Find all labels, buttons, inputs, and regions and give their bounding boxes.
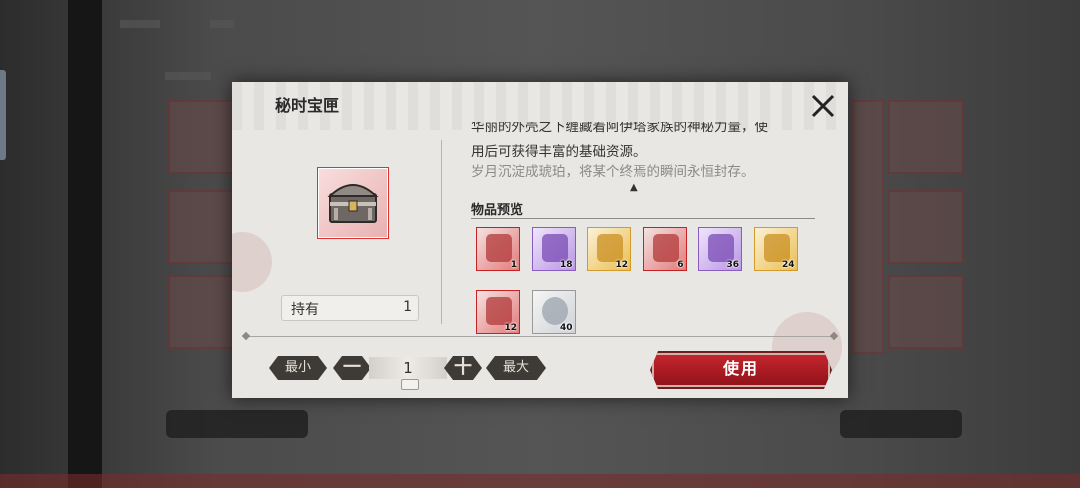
purple-book-icon xyxy=(541,234,568,262)
owned-count-panel: 持有 1 xyxy=(281,295,419,321)
footer-divider xyxy=(246,336,834,337)
red-sigil-icon xyxy=(486,297,512,325)
column-divider xyxy=(441,140,442,324)
preview-item-slot[interactable]: 6 xyxy=(642,227,687,271)
item-use-dialog: 秘时宝匣 持有 1 华丽的外壳之下缠藏着阿伊塔家族的神秘力量，使 用后可获得丰富… xyxy=(232,82,848,398)
background-bottom-strip xyxy=(0,474,1080,488)
description-flavor-text: 岁月沉淀成琥珀，将某个终焉的瞬间永恒封存。 xyxy=(471,164,755,180)
preview-item-slot[interactable]: 12 xyxy=(587,227,631,271)
background-button xyxy=(840,410,962,438)
item-count: 12 xyxy=(615,260,628,270)
preview-item-slot[interactable]: 12 xyxy=(476,290,520,334)
item-description: 华丽的外壳之下缠藏着阿伊塔家族的神秘力量，使 用后可获得丰富的基础资源。 岁月沉… xyxy=(471,122,806,182)
max-quantity-button[interactable]: 最大 xyxy=(486,356,546,380)
decorative-stain xyxy=(232,232,272,292)
item-count: 36 xyxy=(726,260,739,270)
preview-item-slot[interactable]: 24 xyxy=(753,227,798,271)
background-pillar xyxy=(68,0,102,488)
preview-item-slot[interactable]: 18 xyxy=(531,227,576,271)
preview-title: 物品预览 xyxy=(471,203,524,218)
item-count: 1 xyxy=(510,260,517,270)
background-text xyxy=(210,20,234,28)
preview-item-slot[interactable]: 40 xyxy=(531,290,576,334)
background-card xyxy=(168,190,234,264)
item-count: 24 xyxy=(781,260,795,270)
close-icon xyxy=(811,94,835,118)
min-quantity-button[interactable]: 最小 xyxy=(269,356,327,380)
background-side-tab xyxy=(0,70,6,160)
background-card xyxy=(888,100,964,174)
owned-label: 持有 xyxy=(291,302,319,318)
dialog-title: 秘时宝匣 xyxy=(275,96,340,115)
quantity-input[interactable]: 1 xyxy=(369,357,447,379)
red-book-icon xyxy=(652,234,679,262)
preview-item-slot[interactable]: 1 xyxy=(476,227,520,271)
item-count: 6 xyxy=(677,260,684,270)
preview-item-slot[interactable]: 36 xyxy=(698,227,742,271)
silver-emblem-icon xyxy=(541,297,568,325)
background-card xyxy=(168,100,234,174)
owned-value: 1 xyxy=(403,299,412,315)
keyboard-icon[interactable] xyxy=(401,379,419,390)
background-text xyxy=(165,72,211,80)
scroll-up-icon[interactable]: ▲ xyxy=(630,182,638,193)
item-icon xyxy=(317,167,389,239)
item-count: 18 xyxy=(559,260,573,270)
purple-crystal-book-icon xyxy=(708,234,734,262)
preview-divider xyxy=(471,218,815,219)
blue-figurine-icon xyxy=(486,234,512,262)
item-count: 12 xyxy=(504,323,517,333)
description-line: 华丽的外壳之下缠藏着阿伊塔家族的神秘力量，使 xyxy=(471,122,768,135)
increase-quantity-button[interactable]: 十 xyxy=(444,356,482,380)
use-button[interactable]: 使用 xyxy=(650,351,832,389)
close-button[interactable] xyxy=(809,92,837,120)
description-line: 用后可获得丰富的基础资源。 xyxy=(471,144,647,160)
background-card xyxy=(888,190,964,264)
background-card xyxy=(852,100,884,354)
item-count: 40 xyxy=(559,323,573,333)
gold-coin-book-icon xyxy=(763,234,790,262)
background-card xyxy=(168,275,234,349)
background-card xyxy=(888,275,964,349)
decrease-quantity-button[interactable]: 一 xyxy=(333,356,371,380)
background-text xyxy=(120,20,160,28)
background-button xyxy=(166,410,308,438)
treasure-chest-icon xyxy=(327,184,379,223)
gold-book-icon xyxy=(597,234,623,262)
